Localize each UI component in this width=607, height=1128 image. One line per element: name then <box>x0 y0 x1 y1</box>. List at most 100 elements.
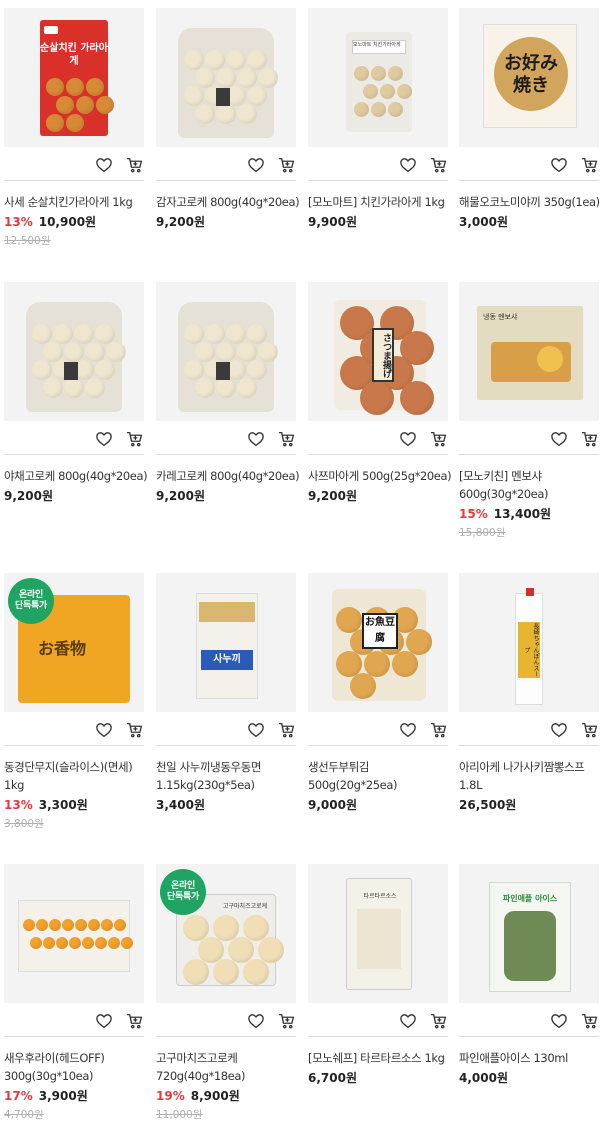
heart-icon[interactable] <box>93 1010 115 1032</box>
product-image[interactable] <box>4 282 144 421</box>
discount-rate: 13% <box>4 798 33 812</box>
cart-icon[interactable] <box>579 428 601 450</box>
cart-icon[interactable] <box>276 154 298 176</box>
product-title[interactable]: 생선두부튀김 500g(20g*25ea) <box>308 758 456 794</box>
product-title[interactable]: 카레고로케 800g(40g*20ea) <box>156 467 304 485</box>
sale-price: 9,200원 <box>156 215 205 229</box>
product-title[interactable]: [모노마트] 치킨가라아게 1kg <box>308 193 456 211</box>
product-image[interactable]: 고구마치즈고로케 온라인 단독특가 <box>156 864 296 1003</box>
heart-icon[interactable] <box>245 719 267 741</box>
product-actions <box>4 425 144 455</box>
product-image[interactable]: お魚豆腐 <box>308 573 448 712</box>
original-price: 3,800원 <box>4 818 44 830</box>
product-title[interactable]: 고구마치즈고로케 720g(40g*18ea) <box>156 1049 304 1085</box>
product-actions <box>459 151 599 181</box>
sale-price: 4,000원 <box>459 1071 508 1085</box>
product-actions <box>308 425 448 455</box>
cart-icon[interactable] <box>124 154 146 176</box>
cart-icon[interactable] <box>124 1010 146 1032</box>
sale-price: 10,900원 <box>38 215 97 229</box>
price-row: 15% 13,400원 <box>459 505 607 523</box>
cart-icon[interactable] <box>124 428 146 450</box>
product-image[interactable] <box>4 864 144 1003</box>
price-row: 17% 3,900원 <box>4 1087 152 1105</box>
product-image[interactable]: 모노마트 치킨가라아게 <box>308 8 448 147</box>
original-price: 12,500원 <box>4 235 51 247</box>
cart-icon[interactable] <box>428 1010 450 1032</box>
cart-icon[interactable] <box>579 719 601 741</box>
heart-icon[interactable] <box>548 428 570 450</box>
product-actions <box>4 716 144 746</box>
product-image[interactable]: 長崎ちゃんぽんスープ <box>459 573 599 712</box>
product-actions <box>156 1007 296 1037</box>
price-row: 13% 3,300원 <box>4 796 152 814</box>
heart-icon[interactable] <box>548 154 570 176</box>
product-title[interactable]: [모노쉐프] 타르타르소스 1kg <box>308 1049 456 1067</box>
product-image[interactable]: お香物 온라인 단독특가 <box>4 573 144 712</box>
heart-icon[interactable] <box>397 154 419 176</box>
sale-price: 13,400원 <box>493 507 552 521</box>
product-title[interactable]: 사쯔마아게 500g(25g*20ea) <box>308 467 456 485</box>
product-title[interactable]: 아리아케 나가사키짬뽕스프 1.8L <box>459 758 607 794</box>
price-row: 9,200원 <box>156 487 304 505</box>
cart-icon[interactable] <box>276 1010 298 1032</box>
product-image[interactable]: さつま揚げ <box>308 282 448 421</box>
product-image[interactable]: 타르타르소스 <box>308 864 448 1003</box>
sale-price: 3,000원 <box>459 215 508 229</box>
product-image[interactable]: 사누끼 <box>156 573 296 712</box>
product-title[interactable]: 야채고로케 800g(40g*20ea) <box>4 467 152 485</box>
heart-icon[interactable] <box>397 428 419 450</box>
price-row: 19% 8,900원 <box>156 1087 304 1105</box>
price-row: 6,700원 <box>308 1069 456 1087</box>
cart-icon[interactable] <box>579 154 601 176</box>
product-image[interactable] <box>156 8 296 147</box>
cart-icon[interactable] <box>579 1010 601 1032</box>
price-row: 9,200원 <box>308 487 456 505</box>
sale-price: 9,200원 <box>4 489 53 503</box>
sale-price: 9,200원 <box>308 489 357 503</box>
price-row: 13% 10,900원 <box>4 213 152 231</box>
product-image[interactable] <box>156 282 296 421</box>
product-title[interactable]: 파인애플아이스 130ml <box>459 1049 607 1067</box>
heart-icon[interactable] <box>397 1010 419 1032</box>
product-actions <box>156 716 296 746</box>
heart-icon[interactable] <box>397 719 419 741</box>
heart-icon[interactable] <box>93 719 115 741</box>
cart-icon[interactable] <box>276 428 298 450</box>
heart-icon[interactable] <box>93 154 115 176</box>
heart-icon[interactable] <box>245 1010 267 1032</box>
product-title[interactable]: 동경단무지(슬라이스)(면세) 1kg <box>4 758 152 794</box>
sale-price: 6,700원 <box>308 1071 357 1085</box>
product-title[interactable]: 새우후라이(헤드OFF) 300g(30g*10ea) <box>4 1049 152 1085</box>
price-row: 9,200원 <box>4 487 152 505</box>
discount-rate: 19% <box>156 1089 185 1103</box>
sale-price: 26,500원 <box>459 798 517 812</box>
product-image[interactable]: 냉동 멘보샤 <box>459 282 599 421</box>
cart-icon[interactable] <box>428 428 450 450</box>
heart-icon[interactable] <box>245 428 267 450</box>
product-image[interactable]: 파인애플 아이스 <box>459 864 599 1003</box>
heart-icon[interactable] <box>548 719 570 741</box>
heart-icon[interactable] <box>548 1010 570 1032</box>
product-image[interactable]: お好み焼き <box>459 8 599 147</box>
product-actions <box>459 716 599 746</box>
product-actions <box>156 151 296 181</box>
heart-icon[interactable] <box>245 154 267 176</box>
product-title[interactable]: 감자고로케 800g(40g*20ea) <box>156 193 304 211</box>
cart-icon[interactable] <box>124 719 146 741</box>
cart-icon[interactable] <box>276 719 298 741</box>
heart-icon[interactable] <box>93 428 115 450</box>
discount-rate: 15% <box>459 507 488 521</box>
product-title[interactable]: 사세 순살치킨가라아게 1kg <box>4 193 152 211</box>
price-row: 26,500원 <box>459 796 607 814</box>
product-title[interactable]: 해물오코노미야끼 350g(1ea) <box>459 193 607 211</box>
product-title[interactable]: 천일 사누끼냉동우동면 1.15kg(230g*5ea) <box>156 758 304 794</box>
sale-price: 3,400원 <box>156 798 205 812</box>
cart-icon[interactable] <box>428 719 450 741</box>
product-image[interactable]: 순살치킨 가라아게 <box>4 8 144 147</box>
product-title[interactable]: [모노키친] 멘보샤 600g(30g*20ea) <box>459 467 607 503</box>
discount-rate: 17% <box>4 1089 33 1103</box>
online-exclusive-badge: 온라인 단독특가 <box>160 869 206 915</box>
cart-icon[interactable] <box>428 154 450 176</box>
sale-price: 3,300원 <box>38 798 88 812</box>
